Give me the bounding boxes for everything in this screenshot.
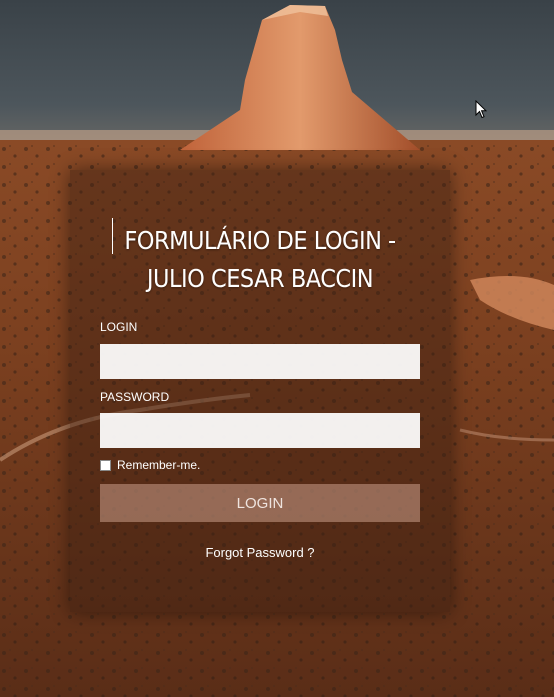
- login-label: LOGIN: [100, 320, 138, 334]
- login-input[interactable]: [100, 344, 420, 379]
- remember-me-checkbox[interactable]: [100, 459, 111, 471]
- title-line-2: JULIO CESAR BACCIN: [146, 264, 374, 293]
- title-line-1: FORMULÁRIO DE LOGIN -: [124, 226, 396, 255]
- remember-me-label: Remember-me.: [117, 458, 201, 472]
- page-title: FORMULÁRIO DE LOGIN - JULIO CESAR BACCIN: [70, 222, 450, 298]
- password-label: PASSWORD: [100, 390, 170, 404]
- login-card: FORMULÁRIO DE LOGIN - JULIO CESAR BACCIN…: [70, 170, 450, 612]
- password-input[interactable]: [100, 413, 420, 448]
- login-button[interactable]: LOGIN: [100, 484, 420, 522]
- arrow-cursor-icon: [475, 100, 487, 119]
- forgot-password-link[interactable]: Forgot Password ?: [70, 545, 450, 560]
- remember-me-row[interactable]: Remember-me.: [100, 458, 200, 472]
